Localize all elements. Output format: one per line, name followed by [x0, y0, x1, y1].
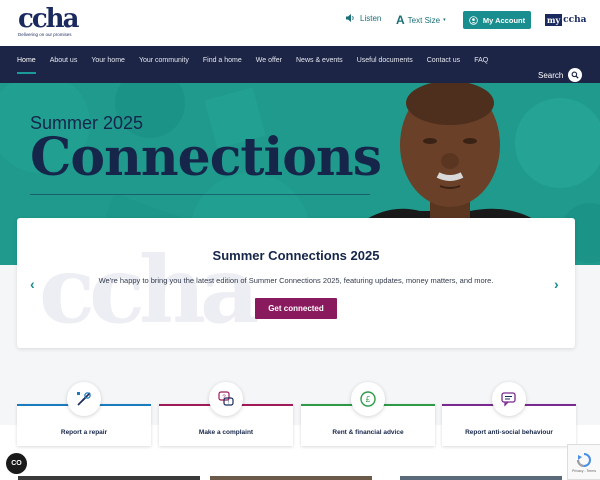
text-size-button[interactable]: A Text Size ▾	[396, 13, 446, 27]
nav-item-find-a-home[interactable]: Find a home	[196, 46, 249, 76]
search-label: Search	[538, 70, 564, 80]
next-section-peek	[0, 468, 600, 480]
logo-tagline: Delivering on our promises	[18, 32, 72, 37]
slide-title: Summer Connections 2025	[212, 248, 380, 263]
get-connected-button[interactable]: Get connected	[255, 298, 337, 319]
news-image-2	[210, 476, 372, 480]
search-icon	[568, 68, 583, 82]
nav-item-news-events[interactable]: News & events	[289, 46, 350, 76]
money-icon: £	[351, 382, 385, 416]
quick-link-label: Rent & financial advice	[332, 429, 404, 436]
recaptcha-badge[interactable]: Privacy - Terms	[567, 444, 600, 480]
next-slide-arrow-icon[interactable]: ›	[554, 276, 559, 292]
my-account-label: My Account	[482, 15, 526, 25]
nav-item-contact-us[interactable]: Contact us	[420, 46, 467, 76]
recaptcha-icon	[577, 452, 591, 467]
nav-item-we-offer[interactable]: We offer	[249, 46, 289, 76]
chevron-down-icon: ▾	[443, 17, 446, 23]
cookie-settings-button[interactable]: CO	[6, 453, 27, 474]
hero-divider	[30, 194, 370, 195]
logo-wordmark: ccha	[18, 4, 79, 34]
speaker-icon	[346, 14, 354, 22]
listen-button[interactable]: Listen	[345, 13, 381, 23]
text-size-label: Text Size	[407, 15, 441, 25]
ccha-logo[interactable]: ccha Delivering on our promises	[18, 4, 79, 38]
chat-icon	[492, 382, 526, 416]
hero-title: Connections	[30, 127, 382, 188]
news-image-1	[18, 476, 200, 480]
tools-icon	[67, 382, 101, 416]
nav-item-faq[interactable]: FAQ	[467, 46, 495, 76]
complaint-icon: ? !	[209, 382, 243, 416]
slide-description: We're happy to bring you the latest edit…	[98, 276, 494, 285]
myccha-logo[interactable]: my ccha	[545, 12, 586, 28]
svg-text:£: £	[366, 395, 371, 404]
recaptcha-links: Privacy - Terms	[571, 468, 597, 473]
quick-link-label: Report anti-social behaviour	[465, 429, 553, 436]
quick-link-label: Make a complaint	[198, 429, 254, 436]
nav-items: Home About us Your home Your community Find …	[10, 46, 495, 76]
nav-item-home[interactable]: Home	[10, 46, 43, 76]
quick-links: Report a repair Make a complaint ? ! Ren…	[17, 382, 577, 448]
nav-item-your-home[interactable]: Your home	[84, 46, 132, 76]
nav-item-your-community[interactable]: Your community	[132, 46, 196, 76]
nav-item-useful-documents[interactable]: Useful documents	[350, 46, 420, 76]
top-bar: ccha Delivering on our promises Listen A…	[0, 0, 600, 46]
user-icon	[469, 15, 478, 25]
quick-link-label: Report a repair	[60, 429, 108, 436]
svg-text:!: !	[228, 400, 229, 406]
news-image-3	[400, 476, 562, 480]
featured-slide-card: ccha Summer Connections 2025 We're happy…	[17, 218, 575, 348]
myccha-wordmark: ccha	[563, 15, 587, 25]
listen-label: Listen	[360, 13, 382, 23]
my-account-button[interactable]: My Account	[463, 11, 531, 29]
search-button[interactable]: Search	[538, 68, 583, 82]
myccha-my: my	[545, 14, 563, 26]
previous-slide-arrow-icon[interactable]: ‹	[30, 276, 35, 292]
main-navigation: Home About us Your home Your community Find …	[0, 46, 600, 83]
nav-item-about-us[interactable]: About us	[43, 46, 85, 76]
text-size-icon: A	[396, 13, 405, 27]
